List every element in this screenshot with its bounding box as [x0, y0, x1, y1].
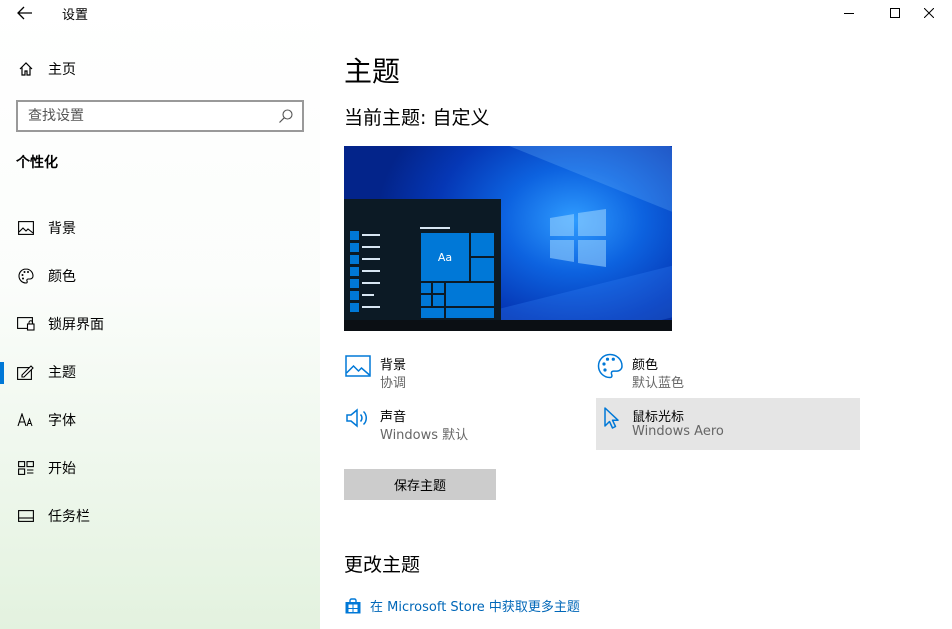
theme-icon — [14, 364, 38, 380]
theme-preview: Aa — [344, 146, 672, 331]
sidebar-item-label: 任务栏 — [48, 509, 90, 525]
main-content: 主题 当前主题: 自定义 Aa 背景 协调 颜色 默认蓝色 声音 Windows… — [320, 0, 952, 629]
setting-title: 颜色 — [632, 358, 659, 373]
sidebar-item-fonts[interactable]: 字体 — [0, 396, 320, 444]
sidebar-item-label: 字体 — [48, 413, 76, 429]
windows-logo-icon — [550, 209, 606, 267]
cursor-icon — [596, 404, 624, 432]
sidebar-item-label: 开始 — [48, 461, 76, 477]
theme-setting-mouse-cursor[interactable]: 鼠标光标 Windows Aero — [596, 398, 860, 450]
setting-value: 默认蓝色 — [632, 376, 685, 391]
start-menu-preview: Aa — [344, 199, 501, 320]
sidebar: 设置 主页 个性化 背景 颜色 锁屏界面 — [0, 0, 320, 629]
section-title: 个性化 — [16, 155, 58, 171]
sidebar-item-background[interactable]: 背景 — [0, 204, 320, 252]
sidebar-item-taskbar[interactable]: 任务栏 — [0, 492, 320, 540]
theme-setting-background[interactable]: 背景 协调 — [344, 346, 608, 398]
picture-icon — [14, 221, 38, 235]
search-icon[interactable] — [278, 108, 294, 128]
sidebar-item-label: 颜色 — [48, 269, 76, 285]
home-icon — [14, 61, 38, 77]
page-title: 主题 — [344, 55, 401, 88]
setting-value: Windows 默认 — [380, 428, 469, 443]
save-theme-button[interactable]: 保存主题 — [344, 469, 496, 500]
sidebar-item-start[interactable]: 开始 — [0, 444, 320, 492]
sidebar-item-label: 锁屏界面 — [48, 317, 104, 333]
setting-value: 协调 — [380, 376, 407, 391]
theme-setting-color[interactable]: 颜色 默认蓝色 — [596, 346, 860, 398]
font-icon — [14, 413, 38, 427]
lock-screen-icon — [14, 317, 38, 331]
sidebar-item-label: 背景 — [48, 221, 76, 237]
picture-icon — [344, 352, 372, 380]
start-icon — [14, 461, 38, 475]
sidebar-item-label: 主题 — [48, 365, 76, 381]
sidebar-item-lock-screen[interactable]: 锁屏界面 — [0, 300, 320, 348]
search-box[interactable] — [16, 100, 304, 132]
app-title: 设置 — [62, 8, 89, 23]
speaker-icon — [344, 404, 372, 432]
setting-title: 背景 — [380, 358, 407, 373]
preview-taskbar — [344, 320, 672, 331]
home-label: 主页 — [48, 62, 76, 78]
current-theme-heading: 当前主题: 自定义 — [344, 107, 490, 129]
sidebar-nav: 背景 颜色 锁屏界面 主题 字体 开始 任务栏 — [0, 204, 320, 540]
back-arrow-icon — [17, 6, 32, 20]
change-theme-heading: 更改主题 — [344, 554, 421, 576]
search-input[interactable] — [18, 108, 268, 124]
theme-setting-sounds[interactable]: 声音 Windows 默认 — [344, 398, 608, 450]
setting-title: 声音 — [380, 410, 407, 425]
store-link[interactable]: 在 Microsoft Store 中获取更多主题 — [344, 596, 580, 615]
taskbar-icon — [14, 510, 38, 522]
sidebar-item-colors[interactable]: 颜色 — [0, 252, 320, 300]
store-link-label[interactable]: 在 Microsoft Store 中获取更多主题 — [370, 596, 580, 615]
home-nav-item[interactable]: 主页 — [0, 52, 320, 86]
palette-icon — [14, 268, 38, 284]
sidebar-item-themes[interactable]: 主题 — [0, 348, 320, 396]
store-icon — [345, 597, 361, 613]
back-button[interactable] — [10, 0, 40, 26]
palette-icon — [596, 352, 624, 380]
preview-tile-text: Aa — [420, 232, 470, 282]
setting-value: Windows Aero — [632, 424, 724, 439]
setting-title: 鼠标光标 — [632, 410, 685, 425]
